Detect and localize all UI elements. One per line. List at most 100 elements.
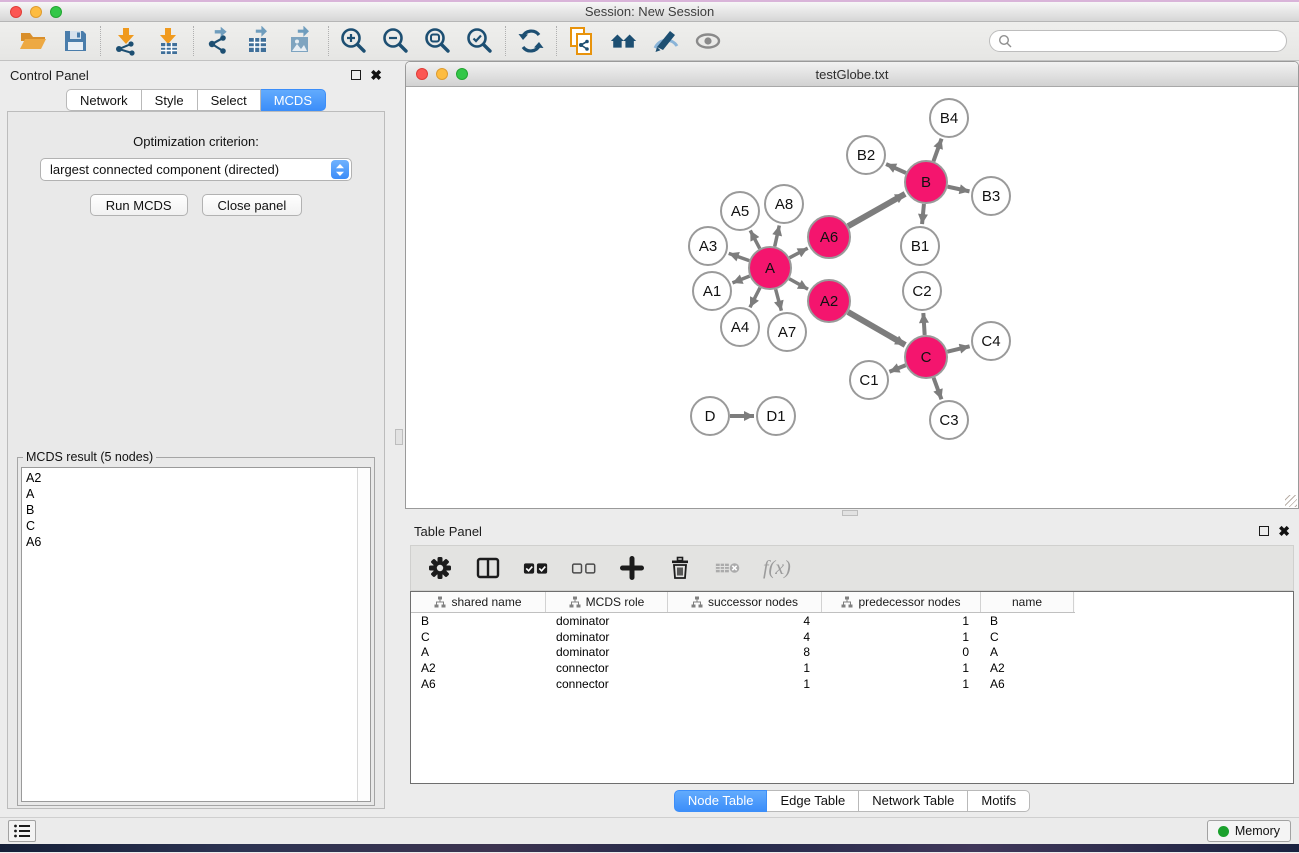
tab-mcds[interactable]: MCDS: [261, 89, 326, 111]
table-settings-icon[interactable]: [427, 555, 453, 581]
mcds-result-item[interactable]: C: [26, 518, 356, 534]
column-header-MCDS-role[interactable]: MCDS role: [546, 592, 668, 612]
table-cell[interactable]: A2: [981, 661, 1074, 675]
table-cell[interactable]: A6: [411, 677, 546, 691]
save-session-icon[interactable]: [60, 26, 90, 56]
table-row[interactable]: A2connector11A2: [411, 660, 1293, 676]
zoom-fit-icon[interactable]: [423, 26, 453, 56]
table-float-panel-icon[interactable]: [1259, 526, 1269, 536]
mcds-result-item[interactable]: A2: [26, 470, 356, 486]
table-cell[interactable]: B: [981, 614, 1074, 628]
column-header-successor-nodes[interactable]: successor nodes: [668, 592, 822, 612]
table-cell[interactable]: 0: [822, 645, 981, 659]
table-cell[interactable]: A6: [981, 677, 1074, 691]
mcds-result-item[interactable]: B: [26, 502, 356, 518]
add-column-icon[interactable]: [619, 555, 645, 581]
table-cell[interactable]: connector: [546, 661, 668, 675]
graph-edge-A2-C[interactable]: [848, 312, 905, 345]
tab-network-table[interactable]: Network Table: [859, 790, 968, 812]
tab-style[interactable]: Style: [142, 89, 198, 111]
export-image-icon[interactable]: [288, 26, 318, 56]
table-cell[interactable]: dominator: [546, 630, 668, 644]
network-canvas[interactable]: B4B2BB3B1A5A8A3A6AA1A4A7A2C2CC4C1C3DD1: [406, 87, 1298, 508]
table-cell[interactable]: 1: [668, 661, 822, 675]
table-cell[interactable]: 4: [668, 614, 822, 628]
zoom-in-icon[interactable]: [339, 26, 369, 56]
graph-edge-A-A2[interactable]: [789, 279, 808, 290]
table-close-panel-icon[interactable]: ✖: [1278, 526, 1290, 536]
tab-node-table[interactable]: Node Table: [674, 790, 768, 812]
table-cell[interactable]: A2: [411, 661, 546, 675]
table-cell[interactable]: connector: [546, 677, 668, 691]
window-resize-grip[interactable]: [1285, 495, 1297, 507]
graph-edge-B-B4[interactable]: [933, 139, 941, 162]
graph-edge-A-A7[interactable]: [776, 289, 782, 310]
table-row[interactable]: A6connector11A6: [411, 676, 1293, 692]
graph-edge-A-A4[interactable]: [750, 288, 760, 308]
table-cell[interactable]: A: [411, 645, 546, 659]
unselect-all-columns-icon[interactable]: [571, 555, 597, 581]
table-row[interactable]: Adominator80A: [411, 645, 1293, 661]
table-cell[interactable]: 8: [668, 645, 822, 659]
graph-edge-A-A8[interactable]: [775, 225, 780, 246]
network-file-clone-icon[interactable]: [567, 26, 597, 56]
optimization-criterion-dropdown[interactable]: largest connected component (directed): [40, 158, 352, 181]
open-file-icon[interactable]: [18, 26, 48, 56]
close-panel-icon[interactable]: ✖: [370, 70, 382, 80]
delete-table-icon[interactable]: [715, 555, 741, 581]
zoom-out-icon[interactable]: [381, 26, 411, 56]
graph-edge-A-A6[interactable]: [789, 248, 807, 258]
column-header-name[interactable]: name: [981, 592, 1074, 612]
search-input[interactable]: [1012, 34, 1286, 48]
import-network-icon[interactable]: [111, 26, 141, 56]
mcds-result-list[interactable]: A2ABCA6: [21, 467, 371, 802]
graph-edge-C-C3[interactable]: [934, 378, 942, 400]
close-panel-button[interactable]: Close panel: [202, 194, 303, 216]
graph-edge-B-B1[interactable]: [922, 204, 924, 224]
network-view-titlebar[interactable]: testGlobe.txt: [406, 62, 1298, 87]
column-header-predecessor-nodes[interactable]: predecessor nodes: [822, 592, 981, 612]
graph-edge-C-C2[interactable]: [923, 313, 924, 335]
mcds-result-item[interactable]: A6: [26, 534, 356, 550]
table-cell[interactable]: C: [411, 630, 546, 644]
table-cell[interactable]: dominator: [546, 614, 668, 628]
horizontal-splitter[interactable]: [405, 509, 1299, 517]
table-cell[interactable]: 1: [822, 630, 981, 644]
refresh-view-icon[interactable]: [516, 26, 546, 56]
zoom-selected-icon[interactable]: [465, 26, 495, 56]
select-all-columns-icon[interactable]: [523, 555, 549, 581]
tab-network[interactable]: Network: [66, 89, 142, 111]
toggle-visibility-icon[interactable]: [693, 26, 723, 56]
export-table-icon[interactable]: [246, 26, 276, 56]
graph-edge-A-A1[interactable]: [732, 276, 749, 283]
graph-edge-C-C1[interactable]: [889, 365, 905, 372]
run-mcds-button[interactable]: Run MCDS: [90, 194, 188, 216]
table-cell[interactable]: 1: [822, 677, 981, 691]
task-history-button[interactable]: [8, 820, 36, 842]
import-table-icon[interactable]: [153, 26, 183, 56]
first-neighbors-icon[interactable]: [609, 26, 639, 56]
vertical-splitter-grip[interactable]: [395, 429, 403, 445]
table-row[interactable]: Cdominator41C: [411, 629, 1293, 645]
table-cell[interactable]: 1: [822, 661, 981, 675]
graph-edge-A-A3[interactable]: [729, 253, 750, 260]
network-graph[interactable]: B4B2BB3B1A5A8A3A6AA1A4A7A2C2CC4C1C3DD1: [406, 87, 1296, 506]
table-cell[interactable]: B: [411, 614, 546, 628]
table-cell[interactable]: C: [981, 630, 1074, 644]
float-panel-icon[interactable]: [351, 70, 361, 80]
tab-select[interactable]: Select: [198, 89, 261, 111]
mcds-result-item[interactable]: A: [26, 486, 356, 502]
tab-edge-table[interactable]: Edge Table: [767, 790, 859, 812]
delete-column-icon[interactable]: [667, 555, 693, 581]
node-table[interactable]: shared nameMCDS rolesuccessor nodesprede…: [410, 591, 1294, 784]
table-cell[interactable]: 1: [668, 677, 822, 691]
graph-edge-A6-B[interactable]: [848, 194, 905, 226]
tab-motifs[interactable]: Motifs: [968, 790, 1030, 812]
memory-button[interactable]: Memory: [1207, 820, 1291, 842]
graph-edge-A-A5[interactable]: [750, 230, 760, 248]
search-box[interactable]: [989, 30, 1287, 52]
table-cell[interactable]: A: [981, 645, 1074, 659]
vertical-splitter[interactable]: [392, 61, 405, 817]
graph-edge-B-B3[interactable]: [948, 187, 970, 192]
horizontal-splitter-grip[interactable]: [842, 510, 858, 516]
